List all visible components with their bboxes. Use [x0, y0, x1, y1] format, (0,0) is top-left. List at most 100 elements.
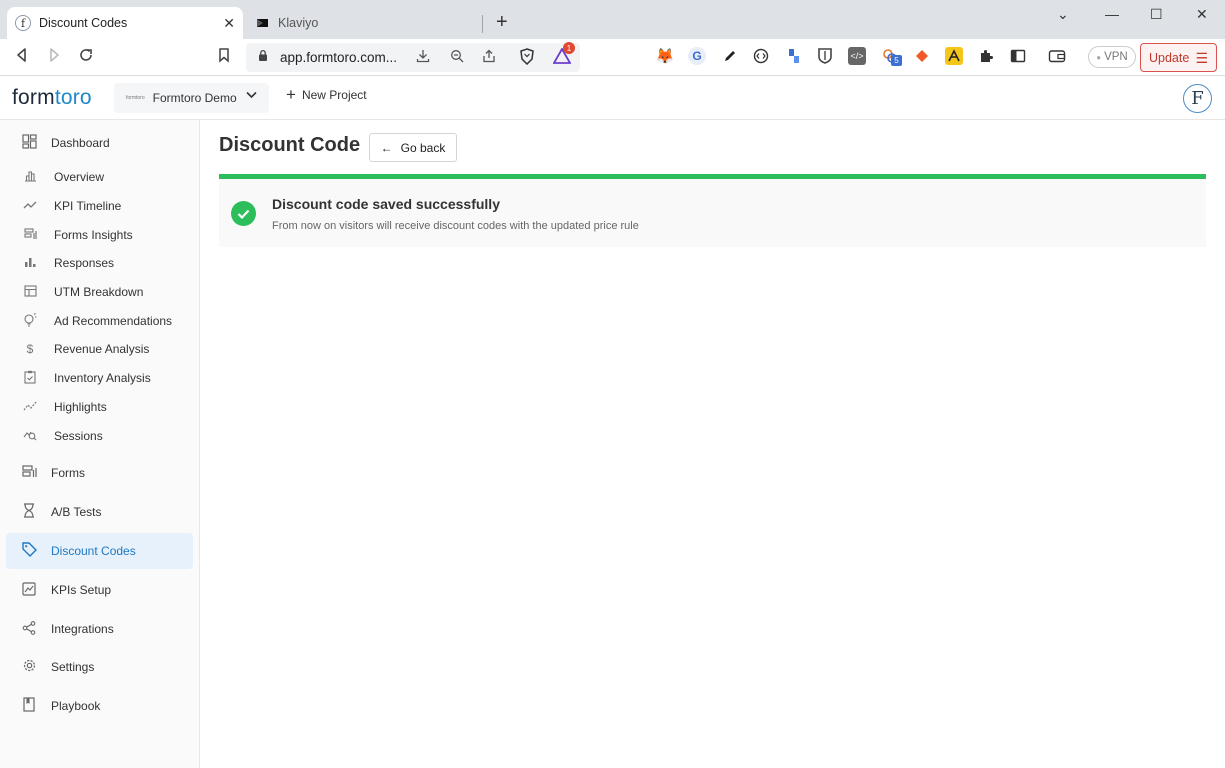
- close-tab-icon[interactable]: ✕: [223, 15, 235, 32]
- vpn-button[interactable]: ● VPN: [1088, 46, 1136, 68]
- sidebar-item-inventory-analysis[interactable]: Inventory Analysis: [6, 365, 193, 391]
- alert-title: Discount code saved successfully: [272, 196, 500, 212]
- sidebar-item-label: Integrations: [51, 622, 114, 636]
- reload-icon[interactable]: [78, 47, 94, 68]
- sidebar-item-label: A/B Tests: [51, 505, 102, 519]
- sidebar-item-kpi-timeline[interactable]: KPI Timeline: [6, 193, 193, 219]
- sidebar-item-label: Ad Recommendations: [54, 314, 173, 328]
- sidebar-item-label: Responses: [54, 256, 115, 270]
- share-icon[interactable]: [482, 49, 496, 66]
- update-button[interactable]: Update ☰: [1140, 43, 1217, 72]
- tab-title: Klaviyo: [278, 16, 319, 30]
- sidebar-item-label: Forms: [51, 466, 85, 480]
- go-back-label: Go back: [400, 140, 446, 155]
- metamask-icon[interactable]: 🦊: [656, 47, 675, 65]
- sidebar-item-label: Inventory Analysis: [54, 371, 151, 385]
- tag-icon: [20, 542, 38, 560]
- project-mini-logo: formtoro: [126, 95, 145, 101]
- blocks-icon[interactable]: [785, 47, 803, 65]
- brave-rewards-icon[interactable]: 1: [553, 42, 575, 65]
- download-icon[interactable]: [416, 49, 430, 66]
- sidebar-item-label: Discount Codes: [51, 544, 136, 558]
- forward-icon[interactable]: [47, 47, 61, 68]
- chain-icon[interactable]: 5: [881, 47, 902, 66]
- url-text: app.formtoro.com...: [280, 50, 398, 65]
- alert-description: From now on visitors will receive discou…: [272, 220, 639, 232]
- tab-title: Discount Codes: [39, 16, 128, 30]
- maximize-icon[interactable]: ☐: [1150, 6, 1163, 23]
- kpi-setup-icon: [20, 581, 38, 599]
- sidebar-item-settings[interactable]: Settings: [6, 649, 193, 685]
- bitwarden-icon[interactable]: [816, 47, 834, 65]
- sidebar-item-forms[interactable]: Forms: [6, 455, 193, 491]
- orange-diamond-icon[interactable]: [913, 47, 931, 65]
- sidebar-item-label: Settings: [51, 660, 95, 674]
- book-icon: [20, 697, 38, 715]
- sidebar-item-label: Forms Insights: [54, 228, 133, 242]
- sidebar-item-label: Highlights: [54, 400, 107, 414]
- sessions-icon: [22, 428, 38, 444]
- tab-discount-codes[interactable]: f Discount Codes ✕: [7, 7, 243, 39]
- highlights-icon: [22, 400, 38, 415]
- formtoro-favicon-icon: f: [15, 15, 31, 31]
- sidebar-item-revenue-analysis[interactable]: $ Revenue Analysis: [6, 336, 193, 362]
- responses-icon: [22, 256, 38, 271]
- tab-klaviyo[interactable]: Klaviyo: [246, 7, 482, 39]
- sidebar-item-label: Overview: [54, 170, 105, 184]
- sidebar-item-label: UTM Breakdown: [54, 285, 144, 299]
- new-tab-icon[interactable]: +: [496, 12, 508, 32]
- project-select[interactable]: formtoro Formtoro Demo: [114, 83, 269, 113]
- brave-shields-icon[interactable]: [518, 47, 536, 65]
- new-project-label: New Project: [301, 88, 367, 102]
- sidebar-toggle-icon[interactable]: [1009, 47, 1027, 65]
- vpn-label: VPN: [1104, 51, 1128, 63]
- chevron-down-icon: [246, 90, 257, 102]
- close-window-icon[interactable]: ✕: [1196, 6, 1208, 23]
- gear-icon: [20, 658, 38, 676]
- sidebar-item-utm-breakdown[interactable]: UTM Breakdown: [6, 279, 193, 305]
- sidebar-item-highlights[interactable]: Highlights: [6, 394, 193, 420]
- sidebar-item-integrations[interactable]: Integrations: [6, 611, 193, 647]
- browser-tab-bar: f Discount Codes ✕ Klaviyo + ⌄ — ☐ ✕: [0, 0, 1225, 39]
- yellow-extension-icon[interactable]: [945, 47, 963, 65]
- sidebar-item-kpis-setup[interactable]: KPIs Setup: [6, 572, 193, 608]
- app-header: formtoro formtoro Formtoro Demo + New Pr…: [0, 76, 1225, 120]
- zoom-icon[interactable]: [450, 49, 464, 66]
- trend-icon: [22, 199, 38, 213]
- minimize-icon[interactable]: —: [1105, 6, 1119, 22]
- sidebar-item-discount-codes[interactable]: Discount Codes: [6, 533, 193, 569]
- code-circle-icon[interactable]: [752, 47, 770, 65]
- puzzle-extensions-icon[interactable]: [977, 47, 995, 65]
- sidebar-item-overview[interactable]: Overview: [6, 164, 193, 190]
- sidebar-item-ad-recommendations[interactable]: Ad Recommendations: [6, 308, 193, 334]
- clipboard-icon: [22, 370, 38, 387]
- sidebar-item-sessions[interactable]: Sessions: [6, 423, 193, 449]
- sidebar-item-dashboard[interactable]: Dashboard: [6, 125, 193, 161]
- new-project-button[interactable]: + New Project: [286, 86, 367, 103]
- sidebar-item-responses[interactable]: Responses: [6, 250, 193, 276]
- sidebar-item-forms-insights[interactable]: Forms Insights: [6, 222, 193, 248]
- success-alert: Discount code saved successfully From no…: [219, 174, 1206, 247]
- sidebar-item-label: Dashboard: [51, 136, 110, 150]
- project-name: Formtoro Demo: [152, 91, 237, 105]
- sidebar-item-label: Playbook: [51, 699, 101, 713]
- tab-search-icon[interactable]: ⌄: [1057, 6, 1069, 23]
- page-title: Discount Code: [219, 134, 361, 156]
- wallet-icon[interactable]: [1048, 47, 1066, 65]
- back-icon[interactable]: [15, 47, 29, 68]
- go-back-button[interactable]: ← Go back: [369, 133, 457, 162]
- sidebar-item-label: KPI Timeline: [54, 199, 122, 213]
- avatar[interactable]: F: [1183, 84, 1212, 113]
- arrow-left-icon: ←: [380, 140, 393, 155]
- bar-chart-icon: [22, 170, 38, 185]
- formtoro-logo[interactable]: formtoro: [12, 86, 92, 110]
- pen-icon[interactable]: [721, 47, 739, 65]
- devtools-icon[interactable]: </>: [848, 47, 866, 65]
- bookmark-icon[interactable]: [218, 47, 230, 68]
- klaviyo-favicon-icon: [254, 15, 270, 31]
- sidebar-item-playbook[interactable]: Playbook: [6, 688, 193, 724]
- translate-icon[interactable]: G: [688, 47, 706, 65]
- lightbulb-icon: [22, 312, 38, 330]
- sidebar-item-ab-tests[interactable]: A/B Tests: [6, 494, 193, 530]
- check-circle-icon: [231, 201, 256, 226]
